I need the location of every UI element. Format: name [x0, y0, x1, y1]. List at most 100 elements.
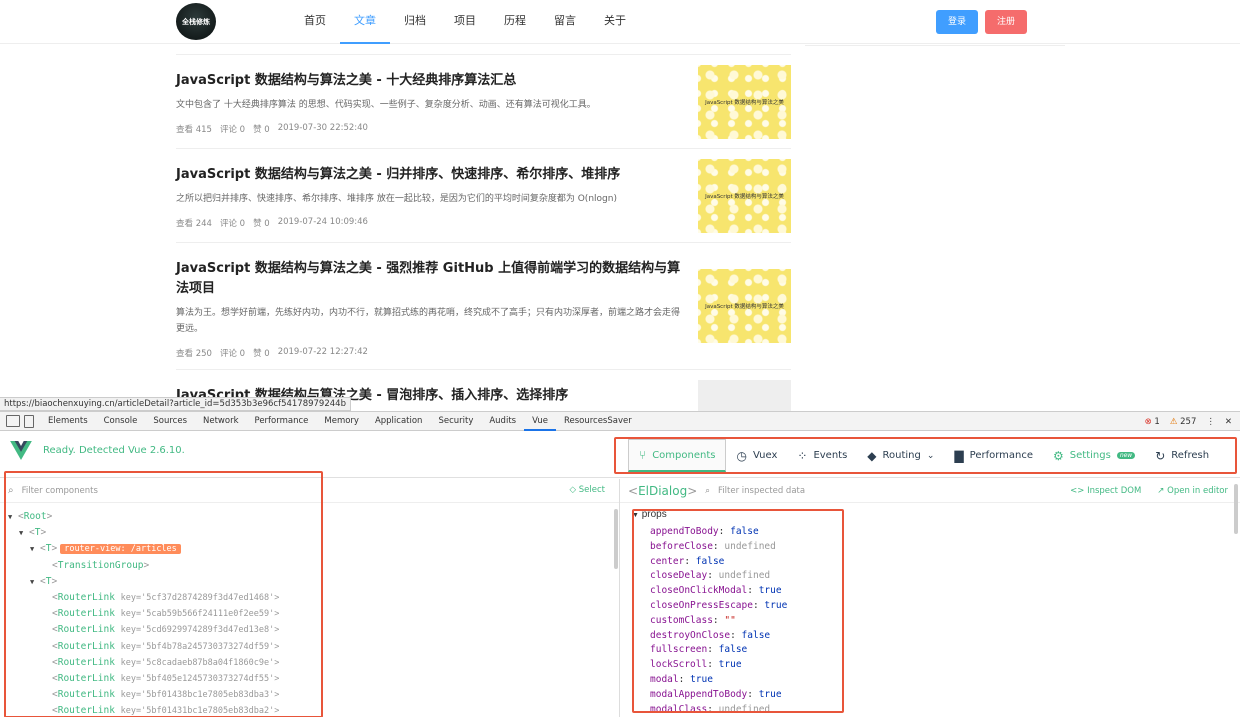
nav-articles[interactable]: 文章: [340, 0, 390, 44]
error-count[interactable]: ⊗ 1: [1145, 417, 1160, 427]
prop-value[interactable]: false: [719, 644, 748, 655]
tree-node-routerlink[interactable]: <RouterLink key='5c8cadaeb87b8a04f1860c9…: [0, 655, 619, 671]
register-button[interactable]: 注册: [985, 10, 1027, 34]
prop-row[interactable]: modalAppendToBody: true: [632, 688, 1240, 703]
prop-value[interactable]: true: [690, 674, 713, 685]
article-item[interactable]: JavaScript 数据结构与算法之美 - 归并排序、快速排序、希尔排序、堆排…: [176, 148, 791, 243]
tree-node-routerlink[interactable]: <RouterLink key='5bf405e1245730373274df5…: [0, 671, 619, 687]
expand-arrow-icon[interactable]: ▼: [19, 525, 29, 541]
warning-count[interactable]: ⚠ 257: [1170, 417, 1197, 427]
article-item[interactable]: JavaScript 数据结构与算法之美 - 强烈推荐 GitHub 上值得前端…: [176, 242, 791, 370]
scrollbar[interactable]: [614, 509, 618, 569]
expand-arrow-icon[interactable]: ▼: [30, 541, 40, 557]
prop-value[interactable]: true: [764, 600, 787, 611]
tree-node-routerlink[interactable]: <RouterLink key='5bf01431bc1e7805eb83dba…: [0, 703, 619, 717]
vue-tab-routing[interactable]: ◆ Routing ⌄: [857, 439, 944, 472]
devtools-tab-sources[interactable]: Sources: [145, 412, 195, 431]
tree-node-routerlink[interactable]: <RouterLink key='5bf01438bc1e7805eb83dba…: [0, 687, 619, 703]
nav-about[interactable]: 关于: [590, 0, 640, 44]
prop-value[interactable]: "": [724, 615, 735, 626]
article-thumbnail[interactable]: JavaScript 数据结构与算法之美: [698, 65, 791, 139]
login-button[interactable]: 登录: [936, 10, 978, 34]
select-component-button[interactable]: ◇ Select: [570, 485, 605, 495]
article-title[interactable]: JavaScript 数据结构与算法之美 - 强烈推荐 GitHub 上值得前端…: [176, 259, 681, 299]
tree-node-routerlink[interactable]: <RouterLink key='5bf4b78a245730373274df5…: [0, 639, 619, 655]
device-toolbar-icon[interactable]: [24, 414, 34, 428]
vue-tab-events[interactable]: ⁘ Events: [787, 439, 857, 472]
more-menu-icon[interactable]: ⋮: [1206, 417, 1215, 427]
devtools-tab-performance[interactable]: Performance: [247, 412, 317, 431]
prop-row[interactable]: center: false: [632, 555, 1240, 570]
nav-archive[interactable]: 归档: [390, 0, 440, 44]
article-thumbnail[interactable]: JavaScript 数据结构与算法之美: [698, 269, 791, 343]
article-desc: 之所以把归并排序、快速排序、希尔排序、堆排序 放在一起比较，是因为它们的平均时间…: [176, 194, 617, 204]
props-header[interactable]: ▼ props: [632, 509, 1240, 525]
close-icon[interactable]: ✕: [1225, 417, 1232, 427]
nav-projects[interactable]: 项目: [440, 0, 490, 44]
prop-value[interactable]: undefined: [719, 704, 770, 715]
inspect-element-icon[interactable]: [6, 415, 20, 427]
scrollbar[interactable]: [1234, 484, 1238, 534]
open-in-editor-button[interactable]: ↗ Open in editor: [1157, 486, 1228, 496]
nav-messages[interactable]: 留言: [540, 0, 590, 44]
tree-node-routerlink[interactable]: <RouterLink key='5cab59b566f24111e0f2ee5…: [0, 606, 619, 622]
prop-value[interactable]: true: [759, 689, 782, 700]
vue-tab-vuex[interactable]: ◷ Vuex: [726, 439, 787, 472]
article-thumbnail[interactable]: [698, 380, 791, 411]
devtools-tab-resourcessaver[interactable]: ResourcesSaver: [556, 412, 640, 431]
devtools-tab-elements[interactable]: Elements: [40, 412, 96, 431]
article-thumbnail[interactable]: JavaScript 数据结构与算法之美: [698, 159, 791, 233]
filter-inspected-input[interactable]: Filter inspected data: [718, 486, 805, 496]
devtools-tab-vue[interactable]: Vue: [524, 412, 556, 431]
prop-value[interactable]: false: [730, 526, 759, 537]
prop-row[interactable]: beforeClose: undefined: [632, 540, 1240, 555]
prop-value[interactable]: true: [719, 659, 742, 670]
events-icon: ⁘: [797, 448, 808, 463]
prop-value[interactable]: undefined: [724, 541, 775, 552]
article-title[interactable]: JavaScript 数据结构与算法之美 - 十大经典排序算法汇总: [176, 71, 681, 91]
vue-tab-refresh[interactable]: ↻ Refresh: [1145, 439, 1219, 472]
prop-key: modalAppendToBody: [650, 688, 748, 700]
devtools-tab-network[interactable]: Network: [195, 412, 247, 431]
devtools-tab-application[interactable]: Application: [367, 412, 431, 431]
vue-tab-performance[interactable]: ▇ Performance: [944, 439, 1043, 472]
vue-tab-components[interactable]: ⑂ Components: [628, 439, 727, 472]
tree-node-root[interactable]: ▼ <Root>: [0, 509, 619, 525]
prop-value[interactable]: false: [696, 556, 725, 567]
prop-row[interactable]: appendToBody: false: [632, 525, 1240, 540]
tree-node[interactable]: ▼ <T> router-view: /articles: [0, 541, 619, 557]
inspect-dom-button[interactable]: <> Inspect DOM: [1070, 486, 1141, 496]
prop-row[interactable]: modalClass: undefined: [632, 703, 1240, 717]
main-nav: 首页 文章 归档 项目 历程 留言 关于: [290, 0, 640, 44]
prop-row[interactable]: destroyOnClose: false: [632, 629, 1240, 644]
article-title[interactable]: JavaScript 数据结构与算法之美 - 归并排序、快速排序、希尔排序、堆排…: [176, 165, 681, 185]
expand-arrow-icon[interactable]: ▼: [8, 509, 18, 525]
vue-tab-settings[interactable]: ⚙ Settings new: [1043, 439, 1145, 472]
tree-node[interactable]: ▼ <T>: [0, 525, 619, 541]
devtools-tab-console[interactable]: Console: [96, 412, 146, 431]
prop-value[interactable]: undefined: [719, 570, 770, 581]
tree-node[interactable]: ▼ <T>: [0, 574, 619, 590]
prop-row[interactable]: modal: true: [632, 673, 1240, 688]
prop-row[interactable]: customClass: "": [632, 614, 1240, 629]
devtools-tab-security[interactable]: Security: [430, 412, 481, 431]
prop-row[interactable]: lockScroll: true: [632, 658, 1240, 673]
tree-node-routerlink[interactable]: <RouterLink key='5cd6929974289f3d47ed13e…: [0, 622, 619, 638]
tree-node-routerlink[interactable]: <RouterLink key='5cf37d2874289f3d47ed146…: [0, 590, 619, 606]
filter-components-input[interactable]: Filter components: [22, 486, 98, 496]
prop-row[interactable]: fullscreen: false: [632, 643, 1240, 658]
expand-arrow-icon[interactable]: ▼: [30, 574, 40, 590]
prop-row[interactable]: closeOnPressEscape: true: [632, 599, 1240, 614]
prop-value[interactable]: false: [742, 630, 771, 641]
warning-icon: ⚠: [1169, 416, 1178, 427]
prop-row[interactable]: closeOnClickModal: true: [632, 584, 1240, 599]
nav-timeline[interactable]: 历程: [490, 0, 540, 44]
devtools-tab-audits[interactable]: Audits: [481, 412, 524, 431]
tree-node[interactable]: <TransitionGroup>: [0, 558, 619, 574]
devtools-tab-memory[interactable]: Memory: [316, 412, 367, 431]
article-item[interactable]: JavaScript 数据结构与算法之美 - 十大经典排序算法汇总 文中包含了 …: [176, 54, 791, 149]
prop-value[interactable]: true: [759, 585, 782, 596]
site-logo[interactable]: 全栈修炼: [176, 3, 216, 40]
nav-home[interactable]: 首页: [290, 0, 340, 44]
prop-row[interactable]: closeDelay: undefined: [632, 569, 1240, 584]
